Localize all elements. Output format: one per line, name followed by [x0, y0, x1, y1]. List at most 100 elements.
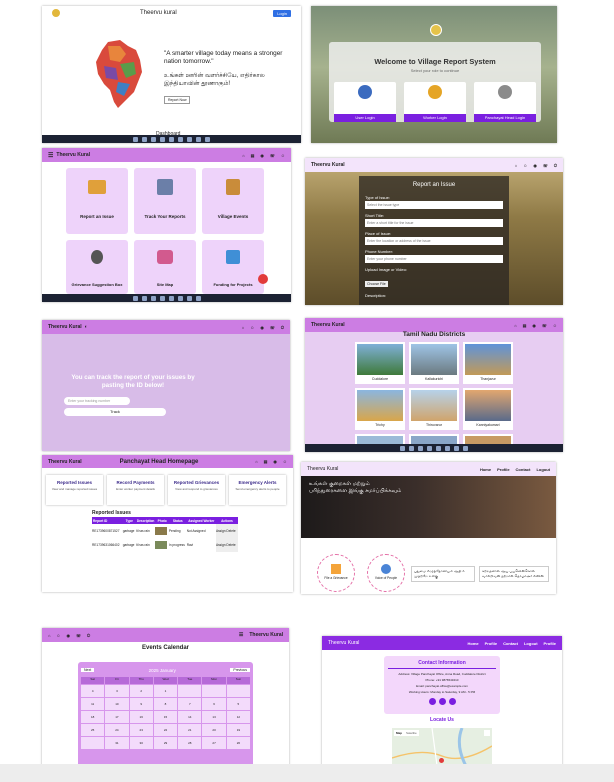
user-icon[interactable]: ☺ [281, 153, 285, 158]
home-icon[interactable]: ⌂ [242, 325, 244, 330]
phone-icon[interactable]: ☏ [543, 163, 548, 168]
logout-icon[interactable]: ⏻ [87, 633, 90, 638]
calendar-day[interactable]: 14 [178, 711, 202, 723]
user-login-button[interactable]: User Login [334, 114, 396, 122]
nav-logout[interactable]: Logout [536, 467, 550, 472]
nav-user-profile[interactable]: Profile [544, 641, 556, 646]
alert-icon[interactable]: ◉ [533, 163, 537, 168]
next-button[interactable]: Next [81, 668, 95, 672]
issue-type-select[interactable]: Select the issue type [365, 201, 503, 209]
card-emergency-alerts[interactable]: Emergency Alerts Send emergency alerts t… [229, 475, 286, 505]
nav-contact[interactable]: Contact [503, 641, 518, 646]
calendar-day[interactable]: 15 [153, 711, 178, 723]
logout-icon[interactable]: ⏻ [281, 325, 284, 330]
card-site-map[interactable]: Site Map [134, 240, 196, 294]
nav-profile[interactable]: Profile [497, 467, 509, 472]
user-icon[interactable]: ☺ [56, 633, 60, 638]
report-now-button[interactable]: Report Now [164, 96, 191, 104]
calendar-day[interactable]: 6 [202, 698, 226, 710]
nav-logout[interactable]: Logout [524, 641, 538, 646]
calendar-day[interactable]: 13 [202, 711, 226, 723]
home-icon[interactable]: ⌂ [255, 459, 257, 464]
short-title-input[interactable]: Enter a short title for the issue [365, 219, 503, 227]
district-card-cuddalore[interactable]: Cuddalore [355, 342, 405, 384]
calendar-day[interactable]: 26 [226, 737, 250, 749]
phone-icon[interactable]: ☏ [270, 153, 275, 158]
calendar-day[interactable]: 31 [105, 737, 129, 749]
card-reported-issues[interactable]: Reported Issues View and manage reported… [46, 475, 103, 505]
calendar-day[interactable]: 18 [81, 711, 105, 723]
calendar-day[interactable]: 7 [178, 698, 202, 710]
alert-icon[interactable]: ◉ [260, 153, 264, 158]
calendar-day[interactable] [202, 685, 226, 697]
alert-icon[interactable]: ◉ [532, 323, 536, 328]
card-track-reports[interactable]: Track Your Reports [134, 168, 196, 234]
calendar-day[interactable]: 12 [226, 711, 250, 723]
calendar-day[interactable]: 9 [129, 698, 153, 710]
track-button[interactable]: Track [64, 408, 166, 416]
calendar-day[interactable]: 10 [105, 698, 129, 710]
calendar-day[interactable]: 21 [178, 724, 202, 736]
calendar-day[interactable] [226, 685, 250, 697]
phone-icon[interactable]: ☏ [270, 325, 275, 330]
nav-profile[interactable]: Profile [485, 641, 497, 646]
calendar-day[interactable]: 1 [153, 685, 178, 697]
phone-icon[interactable]: ☏ [542, 323, 547, 328]
district-card-thiruvarur[interactable]: Thiruvarur [409, 388, 459, 430]
nav-home[interactable]: Home [468, 641, 479, 646]
circle-voice-people[interactable]: Voice of People [367, 554, 405, 592]
row-actions[interactable]: Assign Delete [215, 524, 238, 538]
home-icon[interactable]: ⌂ [515, 163, 517, 168]
district-card-trichy[interactable]: Trichy [355, 388, 405, 430]
sos-button[interactable] [258, 274, 268, 284]
card-village-events[interactable]: Village Events [202, 168, 264, 234]
logout-icon[interactable]: ⏻ [554, 163, 557, 168]
calendar-day[interactable]: 11 [81, 698, 105, 710]
calendar-day[interactable]: 27 [202, 737, 226, 749]
head-login-button[interactable]: Panchayat Head Login [474, 114, 536, 122]
calendar-day[interactable]: 25 [81, 724, 105, 736]
calendar-day[interactable]: 5 [226, 698, 250, 710]
calendar-day[interactable]: 28 [178, 737, 202, 749]
user-icon[interactable]: ☺ [523, 163, 527, 168]
row-actions[interactable]: Assign Delete [215, 538, 238, 552]
choose-file-button[interactable]: Choose File [365, 281, 388, 287]
alert-icon[interactable]: ◉ [67, 633, 71, 638]
role-card-worker[interactable]: Worker Login [404, 82, 466, 122]
phone-input[interactable]: Enter your phone number [365, 255, 503, 263]
card-record-payments[interactable]: Record Payments Enter worker payment det… [107, 475, 164, 505]
worker-login-button[interactable]: Worker Login [404, 114, 466, 122]
calendar-day[interactable]: 22 [153, 724, 178, 736]
home-icon[interactable]: ⌂ [48, 633, 50, 638]
alert-icon[interactable]: ◉ [260, 325, 264, 330]
card-grievance-box[interactable]: Grievance Suggestion Box [66, 240, 128, 294]
calendar-day[interactable] [178, 685, 202, 697]
login-button[interactable]: Login [273, 9, 291, 17]
tracking-input[interactable]: Enter your tracking number [64, 397, 130, 405]
nav-contact[interactable]: Contact [516, 467, 531, 472]
card-report-issue[interactable]: Report an Issue [66, 168, 128, 234]
district-card-kanniyakumari[interactable]: Kanniyakumari [463, 388, 513, 430]
home-icon[interactable]: ⌂ [242, 153, 244, 158]
district-card-thanjavur[interactable]: Thanjavur [463, 342, 513, 384]
phone-icon[interactable]: ☏ [76, 633, 81, 638]
home-icon[interactable]: ⌂ [514, 323, 516, 328]
instagram-icon[interactable] [428, 698, 436, 705]
facebook-icon[interactable] [438, 698, 446, 705]
user-icon[interactable]: ☺ [553, 323, 557, 328]
alert-icon[interactable]: ◉ [273, 459, 277, 464]
card-reported-grievances[interactable]: Reported Grievances View and respond to … [168, 475, 225, 505]
report-icon[interactable]: ▤ [523, 323, 527, 328]
nav-home[interactable]: Home [480, 467, 491, 472]
user-icon[interactable]: ☺ [250, 325, 254, 330]
report-icon[interactable]: ▤ [264, 459, 268, 464]
role-card-head[interactable]: Panchayat Head Login [474, 82, 536, 122]
calendar-day[interactable]: 20 [202, 724, 226, 736]
fullscreen-icon[interactable] [484, 730, 490, 736]
previous-button[interactable]: Previous [230, 668, 250, 672]
card-funding[interactable]: Funding for Projects [202, 240, 268, 294]
calendar-day[interactable]: 16 [129, 711, 153, 723]
district-card-kallakurichi[interactable]: Kallakurichi [409, 342, 459, 384]
calendar-day[interactable]: 4 [81, 685, 105, 697]
calendar-day[interactable]: 23 [129, 724, 153, 736]
